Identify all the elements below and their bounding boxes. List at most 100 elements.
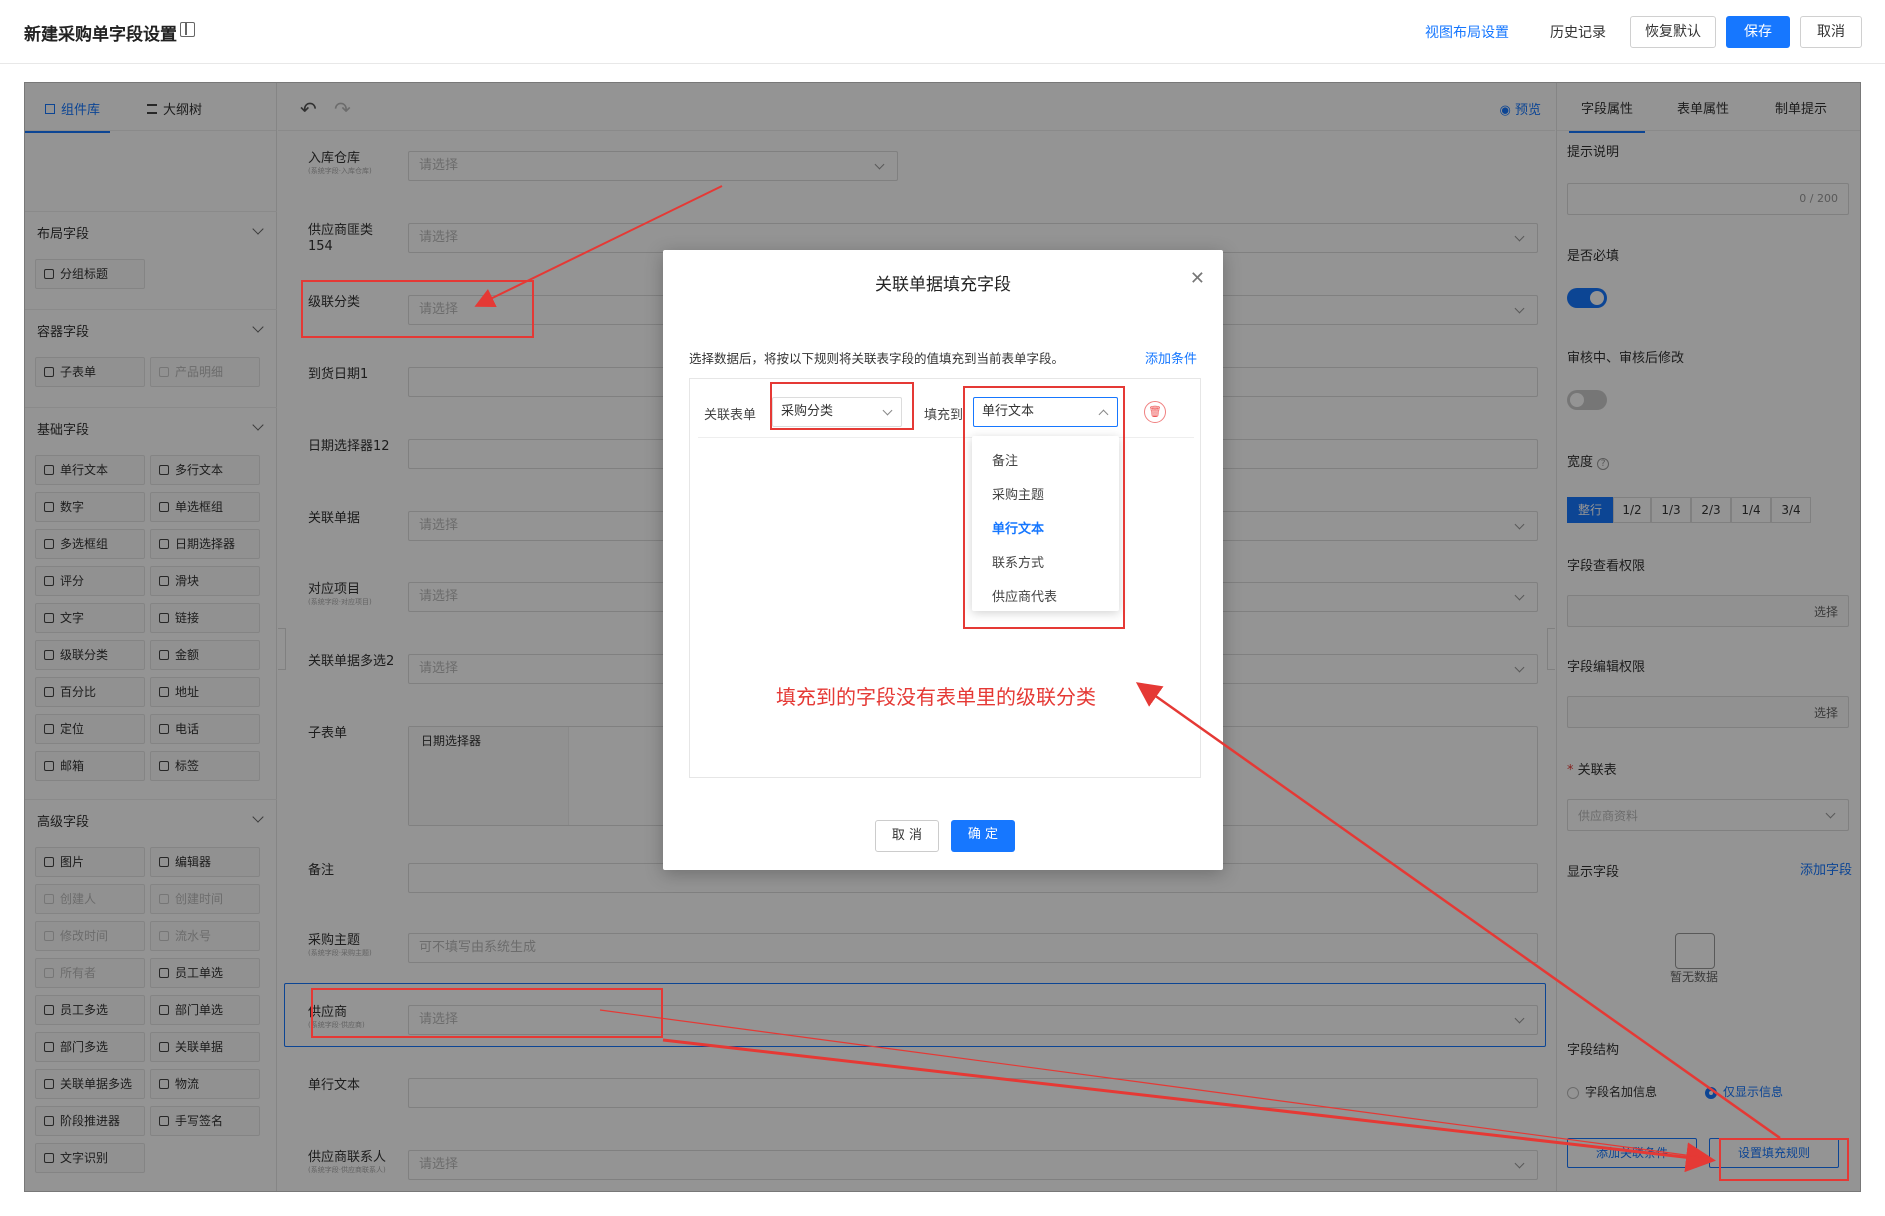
delete-icon[interactable]: 🗑 (1144, 401, 1166, 423)
field-input[interactable]: 请选择 (408, 151, 898, 181)
component-0-0[interactable]: 分组标题 (35, 259, 145, 289)
component-3-1[interactable]: 编辑器 (150, 847, 260, 877)
component-label: 子表单 (60, 365, 97, 379)
component-3-13[interactable]: 物流 (150, 1069, 260, 1099)
collapse-right-handle[interactable] (1547, 628, 1555, 670)
component-label: 邮箱 (60, 759, 85, 773)
view-layout-link[interactable]: 视图布局设置 (1425, 22, 1509, 42)
width-option[interactable]: 2/3 (1691, 497, 1731, 523)
relate-form-select[interactable]: 采购分类 (772, 397, 902, 427)
component-1-0[interactable]: 子表单 (35, 357, 145, 387)
add-field-link[interactable]: 添加字段 (1800, 859, 1852, 878)
width-option[interactable]: 整行 (1567, 497, 1613, 523)
component-3-10[interactable]: 部门多选 (35, 1032, 145, 1062)
tab-form-hints[interactable]: 制单提示 (1775, 98, 1827, 117)
component-3-6[interactable]: 所有者 (35, 958, 145, 988)
component-3-11[interactable]: 关联单据 (150, 1032, 260, 1062)
dialog-confirm-button[interactable]: 确 定 (951, 820, 1015, 852)
width-option[interactable]: 3/4 (1771, 497, 1811, 523)
preview-button[interactable]: ◉ 预览 (1500, 99, 1542, 118)
hint-textarea[interactable]: 0 / 200 (1567, 183, 1849, 215)
component-2-1[interactable]: 多行文本 (150, 455, 260, 485)
add-relate-condition-button[interactable]: 添加关联条件 (1567, 1138, 1697, 1168)
component-2-0[interactable]: 单行文本 (35, 455, 145, 485)
field-input[interactable]: 请选择 (408, 223, 1538, 253)
component-2-10[interactable]: 级联分类 (35, 640, 145, 670)
edit-perm-select[interactable]: 选择 (1814, 704, 1838, 721)
component-2-2[interactable]: 数字 (35, 492, 145, 522)
section-title[interactable]: 高级字段 (37, 811, 264, 830)
tab-field-props[interactable]: 字段属性 (1568, 98, 1646, 133)
component-3-12[interactable]: 关联单据多选 (35, 1069, 145, 1099)
component-2-5[interactable]: 日期选择器 (150, 529, 260, 559)
set-fill-rule-button[interactable]: 设置填充规则 (1709, 1138, 1839, 1168)
relate-table-select[interactable]: 供应商资料 (1567, 799, 1849, 831)
restore-default-button[interactable]: 恢复默认 (1630, 16, 1716, 48)
component-2-8[interactable]: 文字 (35, 603, 145, 633)
dropdown-option[interactable]: 联系方式 (992, 552, 1044, 571)
section-title[interactable]: 容器字段 (37, 321, 264, 340)
width-option[interactable]: 1/3 (1651, 497, 1691, 523)
width-option[interactable]: 1/4 (1731, 497, 1771, 523)
dropdown-option[interactable]: 备注 (992, 450, 1018, 469)
component-2-6[interactable]: 评分 (35, 566, 145, 596)
fill-to-select[interactable]: 单行文本 (973, 397, 1118, 427)
dialog-cancel-button[interactable]: 取 消 (875, 820, 939, 852)
component-3-5[interactable]: 流水号 (150, 921, 260, 951)
component-2-3[interactable]: 单选框组 (150, 492, 260, 522)
component-2-15[interactable]: 电话 (150, 714, 260, 744)
save-button[interactable]: 保存 (1726, 16, 1790, 48)
tab-outline[interactable]: 大纲树 (147, 99, 202, 118)
component-2-11[interactable]: 金额 (150, 640, 260, 670)
component-3-8[interactable]: 员工多选 (35, 995, 145, 1025)
component-3-14[interactable]: 阶段推进器 (35, 1106, 145, 1136)
component-2-7[interactable]: 滑块 (150, 566, 260, 596)
tab-form-props[interactable]: 表单属性 (1677, 98, 1729, 117)
collapse-left-handle[interactable] (278, 628, 286, 670)
struct-option-1[interactable]: 字段名加信息 (1567, 1083, 1657, 1100)
view-perm-field[interactable]: 选择 (1567, 595, 1849, 627)
cancel-button[interactable]: 取消 (1800, 16, 1862, 48)
close-icon[interactable]: ✕ (1190, 268, 1205, 289)
field-input[interactable]: 可不填写由系统生成 (408, 933, 1538, 963)
component-3-0[interactable]: 图片 (35, 847, 145, 877)
dropdown-option[interactable]: 单行文本 (992, 518, 1044, 537)
dropdown-option[interactable]: 供应商代表 (992, 586, 1057, 605)
tab-components[interactable]: 组件库 (25, 99, 111, 133)
redo-icon[interactable]: ↷ (334, 97, 351, 121)
component-3-16[interactable]: 文字识别 (35, 1143, 145, 1173)
component-3-2[interactable]: 创建人 (35, 884, 145, 914)
history-link[interactable]: 历史记录 (1550, 22, 1606, 42)
component-2-4[interactable]: 多选框组 (35, 529, 145, 559)
component-3-9[interactable]: 部门单选 (150, 995, 260, 1025)
component-2-17[interactable]: 标签 (150, 751, 260, 781)
component-3-3[interactable]: 创建时间 (150, 884, 260, 914)
edit-perm-field[interactable]: 选择 (1567, 696, 1849, 728)
field-label: 供应商联系人 (系统字段·供应商联系人) (308, 1150, 396, 1175)
undo-icon[interactable]: ↶ (300, 97, 317, 121)
component-2-9[interactable]: 链接 (150, 603, 260, 633)
component-2-16[interactable]: 邮箱 (35, 751, 145, 781)
component-3-7[interactable]: 员工单选 (150, 958, 260, 988)
view-perm-select[interactable]: 选择 (1814, 603, 1838, 620)
add-condition-link[interactable]: 添加条件 (1145, 348, 1197, 367)
component-2-14[interactable]: 定位 (35, 714, 145, 744)
field-input[interactable] (408, 1078, 1538, 1108)
dropdown-option[interactable]: 采购主题 (992, 484, 1044, 503)
component-3-15[interactable]: 手写签名 (150, 1106, 260, 1136)
required-toggle[interactable] (1567, 288, 1607, 308)
component-2-12[interactable]: 百分比 (35, 677, 145, 707)
modify-toggle[interactable] (1567, 390, 1607, 410)
relate-form-label: 关联表单 (704, 408, 757, 423)
component-3-4[interactable]: 修改时间 (35, 921, 145, 951)
width-option[interactable]: 1/2 (1613, 497, 1651, 523)
section-title[interactable]: 基础字段 (37, 419, 264, 438)
section-title[interactable]: 布局字段 (37, 223, 264, 242)
section-divider (25, 309, 277, 310)
field-input[interactable]: 请选择 (408, 1150, 1538, 1180)
layout-icon[interactable] (180, 22, 195, 37)
component-2-13[interactable]: 地址 (150, 677, 260, 707)
struct-option-2[interactable]: 仅显示信息 (1705, 1083, 1783, 1100)
component-label: 百分比 (60, 685, 97, 699)
component-1-1[interactable]: 产品明细 (150, 357, 260, 387)
